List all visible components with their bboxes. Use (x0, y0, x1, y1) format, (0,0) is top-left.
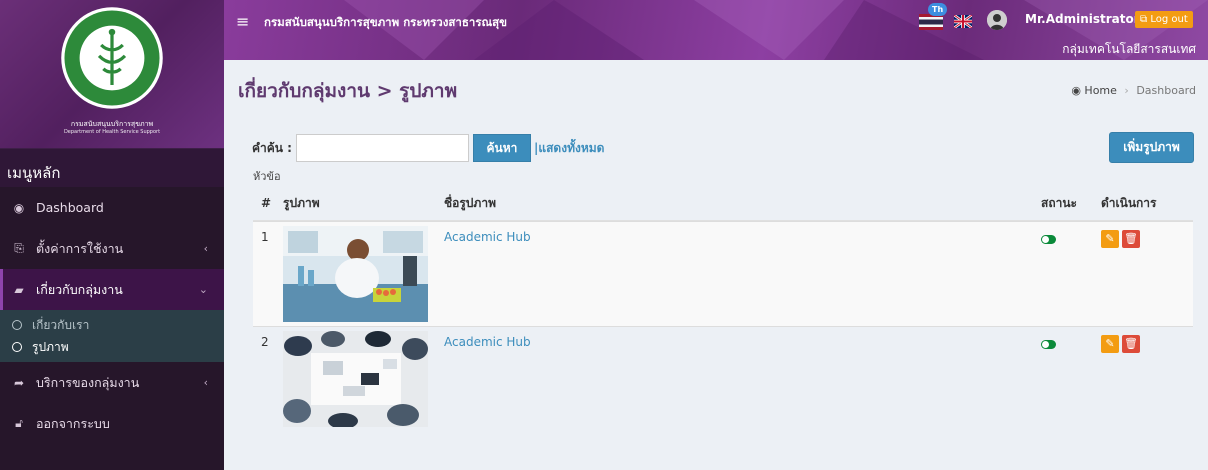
sidebar-subitem-about-us[interactable]: เกี่ยวกับเรา (0, 314, 224, 336)
show-all-link[interactable]: |แสดงทั้งหมด (534, 139, 604, 158)
breadcrumb: ◉ Home › Dashboard (1071, 84, 1196, 97)
trash-icon: 🗑︎ (1124, 337, 1138, 350)
department-name: กลุ่มเทคโนโลยีสารสนเทศ (1062, 42, 1196, 56)
sidebar-item-label: เกี่ยวกับกลุ่มงาน (36, 281, 123, 297)
dashboard-icon: ◉ (13, 200, 25, 215)
col-image: รูปภาพ (283, 195, 320, 210)
user-avatar[interactable] (987, 10, 1007, 30)
edit-button[interactable]: ✎ (1101, 230, 1119, 248)
submenu-about-group: เกี่ยวกับเรา รูปภาพ (0, 310, 224, 362)
search-button[interactable]: ค้นหา (472, 134, 531, 162)
top-navbar: ≡ กรมสนับสนุนบริการสุขภาพ กระทรวงสาธารณส… (224, 0, 1208, 60)
row-number: 2 (261, 335, 269, 349)
lock-icon: 🔓︎ (15, 416, 23, 430)
logout-label: Log out (1150, 14, 1188, 25)
lab-scientist-thumbnail[interactable] (283, 226, 428, 322)
trash-icon: 🗑︎ (1124, 232, 1138, 245)
logout-button[interactable]: ⧉ Log out (1135, 11, 1193, 28)
sidebar-item-label: Dashboard (36, 200, 104, 215)
circle-icon (12, 342, 22, 352)
chevron-left-icon: ‹ (203, 376, 208, 389)
chevron-left-icon: ‹ (203, 242, 208, 255)
search-input[interactable] (295, 134, 469, 162)
uk-flag-icon[interactable] (954, 15, 972, 28)
table-row: 2 Academic Hub ✎ 🗑︎ (253, 326, 1193, 431)
external-link-icon: ⧉ (1140, 14, 1148, 25)
sidebar-subitem-images[interactable]: รูปภาพ (0, 336, 224, 358)
table-row: 1 Academic Hub ✎ 🗑︎ (253, 221, 1193, 326)
breadcrumb-separator: › (1124, 84, 1129, 97)
page-title: เกี่ยวกับกลุ่มงาน > รูปภาพ (238, 80, 458, 102)
image-name-link[interactable]: Academic Hub (444, 222, 1041, 244)
table-header: # รูปภาพ ชื่อรูปภาพ สถานะ ดำเนินการ (253, 186, 1193, 221)
sidebar: กรมสนับสนุนบริการสุขภาพ Department of He… (0, 0, 224, 470)
edit-button[interactable]: ✎ (1101, 335, 1119, 353)
actions-cell: ✎ 🗑︎ (1101, 327, 1193, 353)
chevron-down-icon: ⌄ (198, 283, 208, 296)
delete-button[interactable]: 🗑︎ (1122, 230, 1140, 248)
main-content: เกี่ยวกับกลุ่มงาน > รูปภาพ ◉ Home › Dash… (224, 60, 1208, 470)
sidebar-item-label: ออกจากระบบ (36, 415, 110, 431)
language-badge: Th (928, 3, 948, 16)
header-brand[interactable]: กรมสนับสนุนบริการสุขภาพ กระทรวงสาธารณสุข (264, 14, 507, 32)
images-table: # รูปภาพ ชื่อรูปภาพ สถานะ ดำเนินการ 1 Ac… (253, 186, 1193, 431)
book-icon: ▰ (14, 282, 24, 297)
sidebar-item-logout[interactable]: 🔓︎ ออกจากระบบ (0, 403, 224, 444)
search-bar: คำค้น : ค้นหา |แสดงทั้งหมด (252, 134, 604, 162)
status-toggle[interactable] (1041, 340, 1056, 349)
status-toggle[interactable] (1041, 235, 1056, 244)
sidebar-item-label: บริการของกลุ่มงาน (36, 374, 140, 390)
image-name-link[interactable]: Academic Hub (444, 327, 1041, 349)
breadcrumb-current: Dashboard (1136, 84, 1196, 97)
settings-icon: ⎘ (14, 241, 24, 255)
meeting-table-thumbnail[interactable] (283, 331, 428, 427)
status-cell (1041, 327, 1101, 349)
col-status: สถานะ (1041, 195, 1077, 210)
status-cell (1041, 222, 1101, 244)
user-name[interactable]: Mr.Administrator (1025, 12, 1140, 26)
sidebar-item-services[interactable]: ➦ บริการของกลุ่มงาน ‹ (0, 362, 224, 403)
row-image-cell (283, 222, 444, 326)
topic-label: หัวข้อ (253, 170, 281, 183)
actions-cell: ✎ 🗑︎ (1101, 222, 1193, 248)
sidebar-item-label: ตั้งค่าการใช้งาน (36, 240, 124, 256)
sidebar-subitem-label: เกี่ยวกับเรา (32, 317, 90, 332)
user-icon (987, 10, 1007, 30)
ministry-seal-logo (61, 7, 163, 109)
breadcrumb-home[interactable]: Home (1084, 84, 1116, 97)
col-actions: ดำเนินการ (1101, 195, 1157, 210)
col-image-name: ชื่อรูปภาพ (444, 195, 496, 210)
add-image-button[interactable]: เพิ่มรูปภาพ (1109, 132, 1194, 163)
sidebar-item-dashboard[interactable]: ◉ Dashboard (0, 187, 224, 228)
pencil-icon: ✎ (1105, 232, 1115, 245)
logo-area: กรมสนับสนุนบริการสุขภาพ Department of He… (0, 0, 224, 148)
delete-button[interactable]: 🗑︎ (1122, 335, 1140, 353)
pencil-icon: ✎ (1105, 337, 1115, 350)
sidebar-item-settings[interactable]: ⎘ ตั้งค่าการใช้งาน ‹ (0, 228, 224, 269)
thai-flag-icon[interactable] (919, 14, 943, 30)
org-name: กรมสนับสนุนบริการสุขภาพ Department of He… (63, 120, 161, 135)
menu-header: เมนูหลัก (0, 148, 224, 187)
col-number: # (261, 196, 272, 210)
row-number: 1 (261, 230, 269, 244)
dashboard-icon: ◉ (1071, 84, 1081, 97)
circle-icon (12, 320, 22, 330)
search-label: คำค้น : (252, 140, 292, 155)
sidebar-item-about-group[interactable]: ▰ เกี่ยวกับกลุ่มงาน ⌄ (0, 269, 224, 310)
share-icon: ➦ (13, 375, 25, 390)
menu-toggle-icon[interactable]: ≡ (236, 12, 249, 31)
sidebar-subitem-label: รูปภาพ (32, 339, 69, 354)
row-image-cell (283, 327, 444, 431)
